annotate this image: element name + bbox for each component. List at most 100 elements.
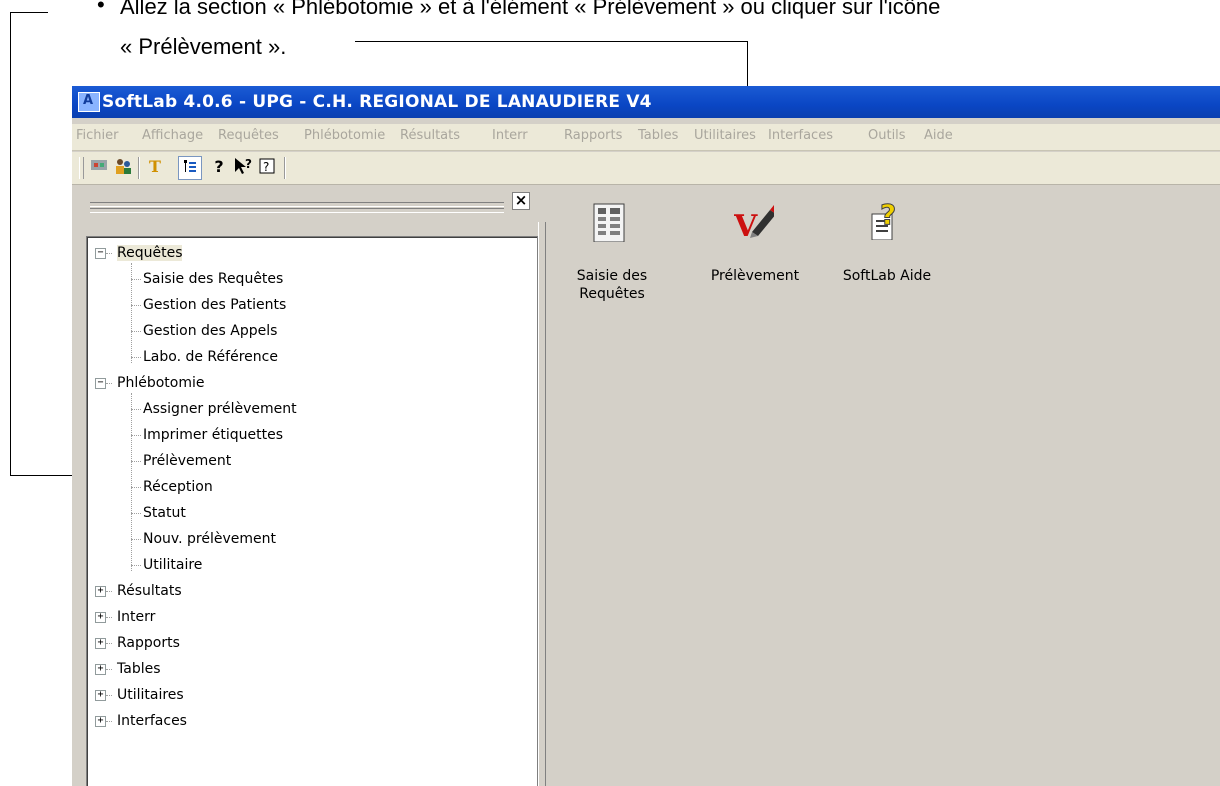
- menu-requetes[interactable]: Requêtes: [218, 128, 279, 143]
- help-icon[interactable]: ?: [208, 156, 230, 178]
- shortcut-saisie-requetes[interactable]: Saisie des Requêtes: [572, 196, 652, 306]
- toolbar-separator: [138, 157, 140, 179]
- collapse-icon[interactable]: −: [95, 248, 106, 259]
- tree-group-label: Utilitaires: [117, 687, 184, 703]
- panel-grip[interactable]: [90, 202, 504, 207]
- app-logo-icon: [78, 92, 100, 112]
- tree-toggle-icon[interactable]: [178, 156, 202, 180]
- shortcut-softlab-aide[interactable]: ? SoftLab Aide: [832, 196, 942, 306]
- arrow-2-horizontal: [355, 41, 747, 42]
- menu-rapports[interactable]: Rapports: [564, 128, 622, 143]
- softlab-window: SoftLab 4.0.6 - UPG - C.H. REGIONAL DE L…: [72, 86, 1220, 786]
- svg-text:?: ?: [245, 157, 252, 171]
- tree-group-label: Requêtes: [117, 245, 183, 261]
- tree-item-imprimer-etiquettes[interactable]: Imprimer étiquettes: [143, 425, 283, 445]
- toolbar-separator-end: [284, 157, 286, 179]
- tree-item-saisie-des-requetes[interactable]: Saisie des Requêtes: [143, 269, 283, 289]
- arrow-1-vertical: [10, 12, 11, 475]
- expand-icon[interactable]: +: [95, 716, 106, 727]
- close-panel-button[interactable]: ×: [512, 192, 530, 210]
- expand-icon[interactable]: +: [95, 586, 106, 597]
- menu-tables[interactable]: Tables: [638, 128, 678, 143]
- tree-connector: [106, 721, 112, 722]
- tree-group-resultats[interactable]: Résultats: [117, 581, 182, 601]
- tree-connector: [106, 669, 112, 670]
- tree-group-interfaces[interactable]: Interfaces: [117, 711, 187, 731]
- shortcut-label: Prélèvement: [710, 268, 800, 284]
- expand-icon[interactable]: +: [95, 690, 106, 701]
- instruction-line-2: « Prélèvement ».: [120, 34, 287, 59]
- tree-connector: [131, 409, 141, 410]
- tree-group-label: Rapports: [117, 635, 180, 651]
- menu-interfaces[interactable]: Interfaces: [768, 128, 833, 143]
- shortcut-label: SoftLab Aide: [842, 268, 932, 284]
- tree-item-prelevement[interactable]: Prélèvement: [143, 451, 231, 471]
- tree-group-phlebotomie[interactable]: Phlébotomie: [117, 373, 204, 393]
- tree-group-label: Interr: [117, 609, 156, 625]
- toolbar-grip[interactable]: [79, 157, 84, 179]
- menu-bar: Fichier Affichage Requêtes Phlébotomie Résul…: [72, 124, 1220, 151]
- tree-connector: [106, 643, 112, 644]
- window-title: SoftLab 4.0.6 - UPG - C.H. REGIONAL DE L…: [102, 92, 652, 112]
- expand-icon[interactable]: +: [95, 612, 106, 623]
- shortcut-label-2: Requêtes: [579, 286, 645, 302]
- tree-connector: [131, 565, 141, 566]
- tree-group-label: Résultats: [117, 583, 182, 599]
- tree-group-tables[interactable]: Tables: [117, 659, 161, 679]
- tree-connector: [131, 393, 132, 571]
- instruction-line-1: Allez la section « Phlébotomie » et à l'…: [120, 0, 941, 19]
- tree-item-assigner-prelevement[interactable]: Assigner prélèvement: [143, 399, 297, 419]
- tree-item-utilitaire[interactable]: Utilitaire: [143, 555, 202, 575]
- tree-connector: [131, 435, 141, 436]
- svg-text:?: ?: [263, 160, 269, 174]
- title-bar: SoftLab 4.0.6 - UPG - C.H. REGIONAL DE L…: [72, 86, 1220, 118]
- tree-item-nouv-prelevement[interactable]: Nouv. prélèvement: [143, 529, 276, 549]
- shortcut-prelevement[interactable]: V Prélèvement: [700, 196, 810, 306]
- tree-group-label: Tables: [117, 661, 161, 677]
- context-help-icon[interactable]: ?: [232, 156, 254, 178]
- tree-item-statut[interactable]: Statut: [143, 503, 186, 523]
- collapse-icon[interactable]: −: [95, 378, 106, 389]
- tree-item-labo-de-reference[interactable]: Labo. de Référence: [143, 347, 278, 367]
- navigation-tree: − Requêtes Saisie des Requêtes Gestion des …: [86, 236, 538, 786]
- tree-connector: [131, 461, 141, 462]
- panel-grip-2: [90, 208, 504, 213]
- tree-connector: [106, 383, 112, 384]
- menu-phlebotomie[interactable]: Phlébotomie: [304, 128, 385, 143]
- tree-item-reception[interactable]: Réception: [143, 477, 213, 497]
- text-icon[interactable]: T: [144, 156, 166, 178]
- tree-item-gestion-des-patients[interactable]: Gestion des Patients: [143, 295, 286, 315]
- tree-connector: [106, 617, 112, 618]
- tree-group-label: Phlébotomie: [117, 375, 205, 391]
- tree-item-gestion-des-appels[interactable]: Gestion des Appels: [143, 321, 277, 341]
- menu-outils[interactable]: Outils: [868, 128, 906, 143]
- tree-group-interr[interactable]: Interr: [117, 607, 155, 627]
- menu-affichage[interactable]: Affichage: [142, 128, 203, 143]
- about-icon[interactable]: ?: [256, 156, 278, 178]
- navigation-panel: × − Requêtes Saisie des Requêtes Gestion de…: [72, 186, 542, 786]
- tree-connector: [131, 279, 141, 280]
- arrow-1-top: [10, 12, 48, 13]
- tree-group-rapports[interactable]: Rapports: [117, 633, 180, 653]
- menu-utilitaires[interactable]: Utilitaires: [694, 128, 756, 143]
- tree-connector: [106, 695, 112, 696]
- tree-group-utilitaires[interactable]: Utilitaires: [117, 685, 184, 705]
- menu-aide[interactable]: Aide: [924, 128, 953, 143]
- expand-icon[interactable]: +: [95, 638, 106, 649]
- panel-splitter[interactable]: [538, 222, 546, 786]
- tree-connector: [131, 357, 141, 358]
- users-icon[interactable]: [112, 156, 134, 178]
- tree-connector: [131, 513, 141, 514]
- menu-fichier[interactable]: Fichier: [76, 128, 119, 143]
- menu-resultats[interactable]: Résultats: [400, 128, 460, 143]
- tree-group-label: Interfaces: [117, 713, 187, 729]
- help-document-icon: ?: [871, 200, 897, 240]
- tools-icon[interactable]: [88, 156, 110, 178]
- tree-connector: [131, 263, 132, 363]
- menu-interr[interactable]: Interr: [492, 128, 528, 143]
- tree-group-requetes[interactable]: Requêtes: [117, 243, 183, 263]
- expand-icon[interactable]: +: [95, 664, 106, 675]
- tree-connector: [131, 331, 141, 332]
- toolbar: T ? ? ?: [72, 152, 1220, 185]
- tree-connector: [106, 591, 112, 592]
